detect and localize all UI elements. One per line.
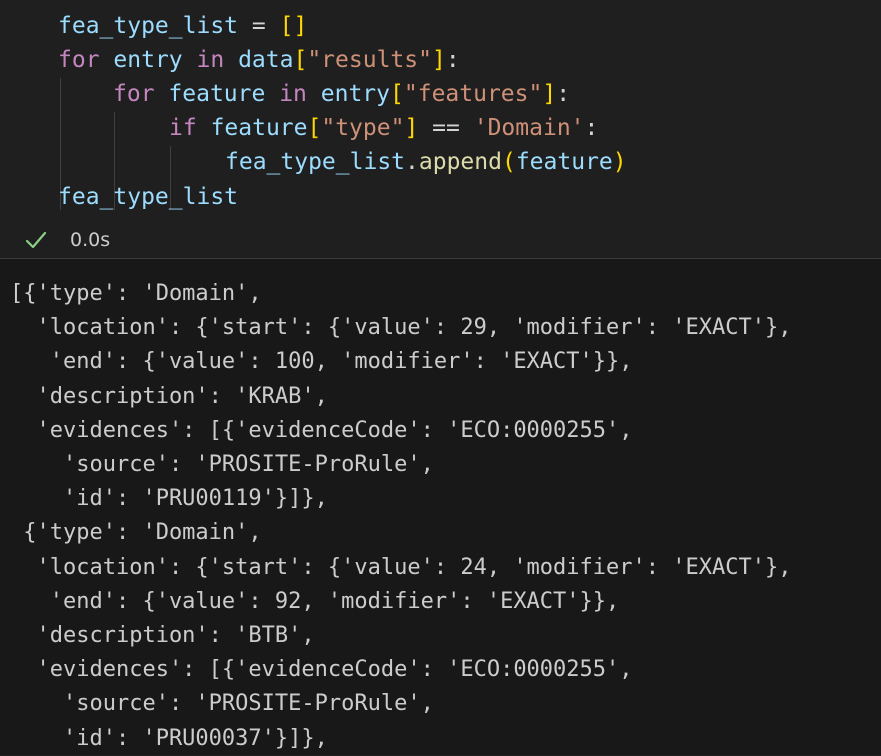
cell-output[interactable]: [{'type': 'Domain', 'location': {'start'…	[0, 259, 881, 755]
output-line: 'id': 'PRU00119'}]},	[10, 486, 328, 512]
check-icon	[25, 231, 47, 249]
output-line: 'end': {'value': 92, 'modifier': 'EXACT'…	[10, 588, 620, 614]
output-line: 'id': 'PRU00037'}]},	[10, 725, 328, 751]
output-line: 'description': 'BTB',	[10, 623, 315, 648]
output-line: 'source': 'PROSITE-ProRule',	[10, 691, 434, 717]
output-line: 'evidences': [{'evidenceCode': 'ECO:0000…	[10, 657, 633, 683]
output-line: 'evidences': [{'evidenceCode': 'ECO:0000…	[10, 417, 633, 443]
execution-time: 0.0s	[70, 229, 111, 251]
code-line-1[interactable]: fea_type_list = []	[58, 9, 307, 43]
code-cell[interactable]: fea_type_list = [] for entry in data["re…	[0, 0, 881, 258]
code-line-3[interactable]: for feature in entry["features"]:	[113, 77, 570, 111]
output-line: 'description': 'KRAB',	[10, 383, 328, 409]
output-line: 'location': {'start': {'value': 24, 'mod…	[10, 554, 792, 580]
output-line: 'source': 'PROSITE-ProRule',	[10, 452, 434, 477]
output-line: {'type': 'Domain',	[10, 520, 262, 546]
code-line-5[interactable]: fea_type_list.append(feature)	[225, 145, 627, 179]
code-line-6[interactable]: fea_type_list	[58, 180, 238, 214]
code-line-2[interactable]: for entry in data["results"]:	[58, 43, 460, 77]
output-line: [{'type': 'Domain',	[10, 281, 262, 306]
output-line: 'location': {'start': {'value': 29, 'mod…	[10, 315, 792, 341]
output-line: 'end': {'value': 100, 'modifier': 'EXACT…	[10, 349, 633, 375]
execution-status: 0.0s	[0, 222, 881, 258]
code-line-4[interactable]: if feature["type"] == 'Domain':	[169, 111, 598, 145]
